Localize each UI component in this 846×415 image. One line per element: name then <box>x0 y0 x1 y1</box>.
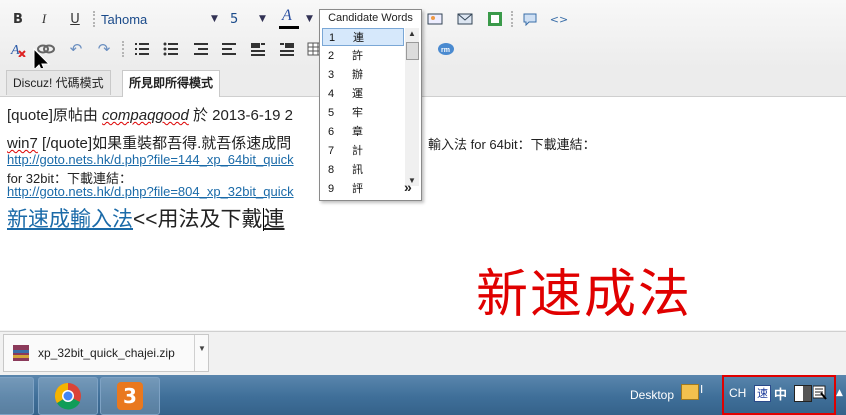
ime-chinese-mode-icon[interactable]: 中 <box>774 384 787 403</box>
reply-line: win7 [/quote]如果重裝都吾得.就吾係速成問 <box>7 132 291 153</box>
italic-button[interactable]: I <box>35 10 53 28</box>
email-icon[interactable] <box>456 10 474 28</box>
new-quick-ime-link[interactable]: 新速成輸入法 <box>7 208 133 231</box>
soft-keyboard-icon[interactable] <box>812 385 827 400</box>
candidate-item[interactable]: 3辦 <box>322 66 404 84</box>
download-link-32bit[interactable]: http://goto.nets.hk/d.php?file=804_xp_32… <box>7 184 294 199</box>
font-name-dropdown-icon[interactable]: ▼ <box>211 14 218 24</box>
underline-button[interactable]: U <box>66 10 84 28</box>
candidate-more-icon[interactable]: » <box>404 179 412 195</box>
candidate-item[interactable]: 1連 <box>322 28 404 46</box>
download-menu-icon[interactable]: ▼ <box>194 335 209 371</box>
scroll-up-icon[interactable]: ▲ <box>408 29 416 38</box>
font-color-swatch <box>279 26 299 29</box>
candidate-item[interactable]: 7計 <box>322 142 404 160</box>
reply-word-win7: win7 <box>7 135 38 152</box>
code-icon[interactable]: <> <box>550 10 568 28</box>
tray-expand-icon[interactable]: ▲ <box>836 388 843 398</box>
image-icon[interactable] <box>426 10 444 28</box>
taskbar-chrome-button[interactable] <box>38 377 98 415</box>
quote-suffix: 於 2013-6-19 2 <box>188 107 294 124</box>
taskbar-button[interactable] <box>0 377 34 415</box>
three-logo-icon: 3 <box>117 382 143 410</box>
indent-icon[interactable] <box>220 40 238 58</box>
toolbar-chevron[interactable]: I <box>700 383 703 396</box>
download-link-64bit[interactable]: http://goto.nets.hk/d.php?file=144_xp_64… <box>7 152 294 167</box>
quote-prefix: [quote]原帖由 <box>7 107 103 124</box>
reply-text: [/quote]如果重裝都吾得.就吾係速成問 <box>37 135 292 152</box>
align-left-icon[interactable] <box>249 40 267 58</box>
scroll-thumb[interactable] <box>406 42 419 60</box>
tab-wysiwyg-mode[interactable]: 所見即所得模式 <box>122 70 221 97</box>
font-color-button[interactable]: A <box>278 7 300 29</box>
svg-text:A: A <box>10 43 20 57</box>
quote-username: compaqgood <box>102 107 189 124</box>
reply-text-end: 輸入法 for 64bit：下載連結： <box>428 137 596 152</box>
input-language-label[interactable]: CH <box>729 386 746 400</box>
font-color-dropdown-icon[interactable]: ▼ <box>306 14 313 24</box>
annotation-overlay-text: 新速成法 <box>476 265 693 325</box>
quote-line: [quote]原帖由 compaqgood 於 2013-6-19 2 <box>7 104 293 125</box>
insert-media-icon[interactable] <box>486 10 504 28</box>
candidate-item[interactable]: 8訊 <box>322 161 404 179</box>
font-color-icon: A <box>282 7 292 24</box>
ime-candidate-window: Candidate Words 1連 2許 3辦 4運 5牢 6章 7計 8訊 … <box>319 9 422 201</box>
toolbar-separator <box>93 11 98 27</box>
tab-discuz-code-mode[interactable]: Discuz! 代碼模式 <box>6 70 111 95</box>
composing-char: 連 <box>262 208 285 231</box>
unordered-list-icon[interactable] <box>162 40 180 58</box>
candidate-scrollbar[interactable]: ▲ ▼ <box>405 28 419 186</box>
download-filename: xp_32bit_quick_chajei.zip <box>38 346 175 360</box>
ime-quick-icon[interactable]: 速 <box>754 385 771 402</box>
media-player-icon[interactable]: rm <box>437 40 455 58</box>
mode-tabs: Discuz! 代碼模式 所見即所得模式 <box>0 68 846 97</box>
zip-file-icon <box>12 344 30 362</box>
candidate-item[interactable]: 4運 <box>322 85 404 103</box>
candidate-item[interactable]: 6章 <box>322 123 404 141</box>
ordered-list-icon[interactable] <box>133 40 151 58</box>
svg-text:rm: rm <box>441 47 450 54</box>
desktop-toolbar-label[interactable]: Desktop <box>630 388 674 402</box>
candidate-item[interactable]: 9評 <box>322 180 404 198</box>
half-full-width-icon[interactable] <box>794 385 812 402</box>
undo-icon[interactable]: ↶ <box>67 40 85 58</box>
comment-icon[interactable] <box>521 10 539 28</box>
font-size-select[interactable]: 5 <box>230 12 238 27</box>
windows-taskbar: 3 Desktop I <box>0 375 846 415</box>
usage-line: 新速成輸入法<<用法及下戴連 <box>7 203 285 233</box>
ime-language-bar: CH 速 中 <box>722 375 836 415</box>
editor-toolbar: B I U Tahoma ▼ 5 ▼ A ▼ <> A ↶ ↷ rm <box>0 0 846 75</box>
candidate-item[interactable]: 5牢 <box>322 104 404 122</box>
font-size-dropdown-icon[interactable]: ▼ <box>259 14 266 24</box>
bold-button[interactable]: B <box>9 10 27 28</box>
align-right-icon[interactable] <box>278 40 296 58</box>
folder-icon[interactable] <box>681 384 699 400</box>
candidate-window-title: Candidate Words <box>328 12 413 24</box>
toolbar-separator <box>122 41 127 57</box>
taskbar-three-button[interactable]: 3 <box>100 377 160 415</box>
usage-text: <<用法及下戴 <box>133 208 263 231</box>
candidate-item[interactable]: 2許 <box>322 47 404 65</box>
redo-icon[interactable]: ↷ <box>95 40 113 58</box>
remove-format-icon[interactable]: A <box>9 40 27 58</box>
toolbar-separator <box>511 11 516 27</box>
download-item[interactable]: xp_32bit_quick_chajei.zip ▼ <box>3 334 209 372</box>
font-name-select[interactable]: Tahoma <box>101 12 147 27</box>
outdent-icon[interactable] <box>192 40 210 58</box>
chrome-icon <box>54 382 81 410</box>
editor-area[interactable]: [quote]原帖由 compaqgood 於 2013-6-19 2 win7… <box>0 97 846 330</box>
